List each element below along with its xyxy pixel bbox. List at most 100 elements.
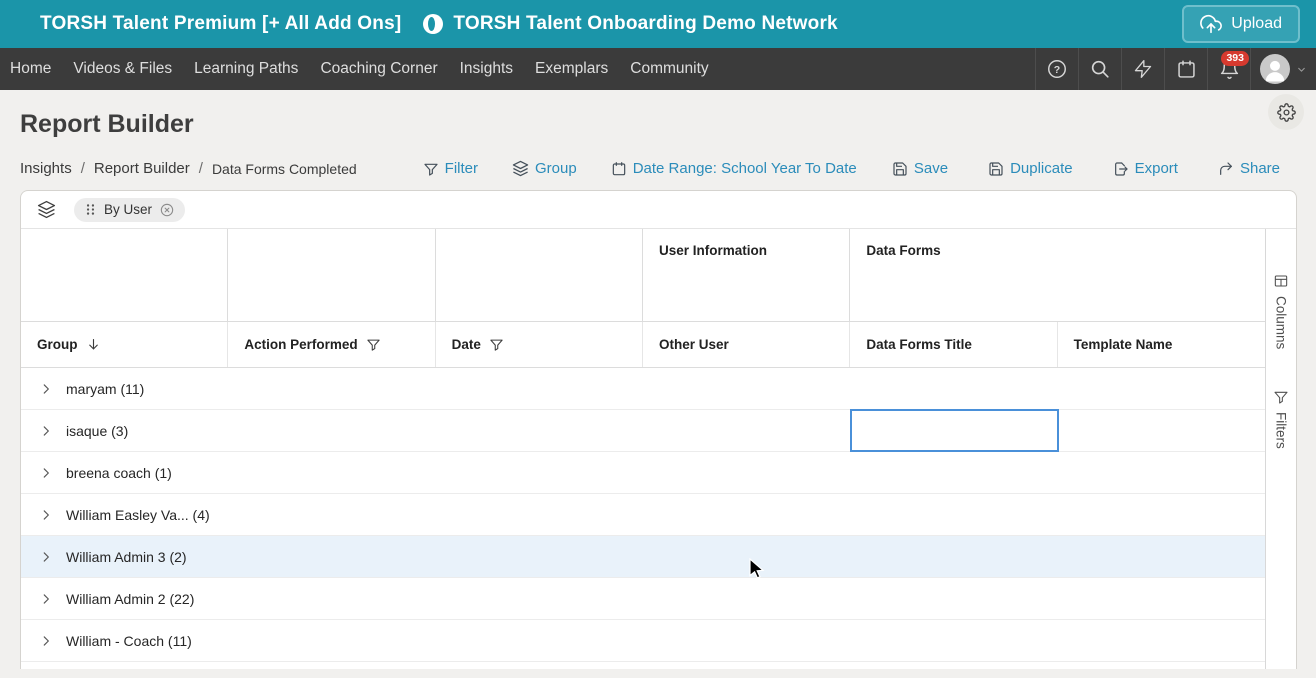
page-settings-gear-icon[interactable]	[1268, 94, 1304, 130]
breadcrumb-report-builder[interactable]: Report Builder	[94, 160, 190, 177]
row-label: William - Coach (11)	[66, 633, 192, 649]
table-row-william-easley[interactable]: William Easley Va... (4)	[21, 494, 1265, 536]
duplicate-disk-icon	[988, 161, 1004, 177]
table-row-william-coach[interactable]: William - Coach (11)	[21, 620, 1265, 662]
table-row-maryam[interactable]: maryam (11)	[21, 368, 1265, 410]
chevron-right-icon[interactable]	[39, 466, 53, 480]
filter-funnel-icon[interactable]	[489, 337, 504, 352]
tab-filters-label: Filters	[1274, 412, 1289, 449]
search-icon[interactable]	[1078, 48, 1121, 90]
nav-item-insights[interactable]: Insights	[460, 60, 513, 78]
chevron-right-icon[interactable]	[39, 634, 53, 648]
group-header-empty	[436, 229, 643, 321]
save-button[interactable]: Save	[892, 160, 948, 177]
column-label: Template Name	[1074, 337, 1173, 352]
chevron-right-icon[interactable]	[39, 424, 53, 438]
notifications-bell-icon[interactable]: 393	[1207, 48, 1250, 90]
breadcrumb-separator: /	[81, 160, 85, 177]
share-arrow-icon	[1218, 161, 1234, 177]
tab-filters[interactable]: Filters	[1273, 389, 1289, 449]
report-tools-left: Filter Group Date Range: School Year To …	[423, 160, 857, 177]
table-rows: maryam (11) isaque (3) breena coach (1)	[21, 368, 1265, 669]
export-label: Export	[1135, 160, 1178, 177]
column-label: Data Forms Title	[866, 337, 972, 352]
column-header-action-performed[interactable]: Action Performed	[228, 322, 435, 367]
filter-funnel-icon[interactable]	[366, 337, 381, 352]
report-table: User Information Data Forms Group Action…	[21, 229, 1266, 669]
chevron-right-icon[interactable]	[39, 550, 53, 564]
filter-funnel-icon	[1273, 389, 1289, 405]
column-header-data-forms-title[interactable]: Data Forms Title	[850, 322, 1057, 367]
save-disk-icon	[892, 161, 908, 177]
chevron-right-icon[interactable]	[39, 508, 53, 522]
svg-text:?: ?	[1054, 64, 1060, 76]
export-file-icon	[1113, 161, 1129, 177]
group-header-user-information: User Information	[643, 229, 850, 321]
column-label: Action Performed	[244, 337, 357, 352]
nav-item-learning-paths[interactable]: Learning Paths	[194, 60, 298, 78]
nav-item-coaching-corner[interactable]: Coaching Corner	[320, 60, 437, 78]
columns-icon	[1273, 273, 1289, 289]
column-header-date[interactable]: Date	[436, 322, 643, 367]
nav-icon-group: ? 393	[1035, 48, 1316, 90]
report-table-panel: By User User Information Data Forms	[20, 190, 1297, 669]
chip-close-icon[interactable]	[159, 202, 175, 218]
breadcrumb-insights[interactable]: Insights	[20, 160, 72, 177]
avatar	[1260, 54, 1290, 84]
calendar-icon[interactable]	[1164, 48, 1207, 90]
column-header-group[interactable]: Group	[21, 322, 228, 367]
user-menu[interactable]	[1250, 48, 1316, 90]
save-label: Save	[914, 160, 948, 177]
tab-columns[interactable]: Columns	[1273, 273, 1289, 349]
nav-menu: Home Videos & Files Learning Paths Coach…	[0, 48, 709, 90]
duplicate-label: Duplicate	[1010, 160, 1073, 177]
upload-label: Upload	[1231, 15, 1282, 33]
nav-item-videos-files[interactable]: Videos & Files	[73, 60, 172, 78]
column-header-template-name[interactable]: Template Name	[1058, 322, 1265, 367]
column-label: Group	[37, 337, 78, 352]
table-row-isaque[interactable]: isaque (3)	[21, 410, 1265, 452]
help-icon[interactable]: ?	[1035, 48, 1078, 90]
group-button[interactable]: Group	[512, 160, 577, 177]
caret-down-icon	[1296, 64, 1307, 75]
column-group-header-row: User Information Data Forms	[21, 229, 1265, 322]
column-header-other-user[interactable]: Other User	[643, 322, 850, 367]
chevron-right-icon[interactable]	[39, 382, 53, 396]
grouping-bar: By User	[21, 191, 1296, 229]
funnel-icon	[423, 161, 439, 177]
chevron-right-icon[interactable]	[39, 592, 53, 606]
layers-icon[interactable]	[37, 200, 56, 219]
duplicate-button[interactable]: Duplicate	[988, 160, 1073, 177]
page-title: Report Builder	[20, 108, 1296, 140]
share-button[interactable]: Share	[1218, 160, 1280, 177]
group-by-user-chip[interactable]: By User	[74, 198, 185, 222]
nav-item-community[interactable]: Community	[630, 60, 708, 78]
column-header-row: Group Action Performed Date Other U	[21, 322, 1265, 368]
row-label: William Admin 2 (22)	[66, 591, 194, 607]
selected-cell[interactable]	[850, 409, 1058, 452]
table-row-breena-coach[interactable]: breena coach (1)	[21, 452, 1265, 494]
table-row-william-admin-2[interactable]: William Admin 2 (22)	[21, 578, 1265, 620]
date-range-button[interactable]: Date Range: School Year To Date	[611, 160, 857, 177]
date-range-label: Date Range: School Year To Date	[633, 160, 857, 177]
filter-button[interactable]: Filter	[423, 160, 478, 177]
nav-item-exemplars[interactable]: Exemplars	[535, 60, 608, 78]
row-label: maryam (11)	[66, 381, 144, 397]
row-label: William Admin 3 (2)	[66, 549, 187, 565]
nav-item-home[interactable]: Home	[10, 60, 51, 78]
export-button[interactable]: Export	[1113, 160, 1178, 177]
sort-down-icon[interactable]	[86, 337, 101, 352]
chip-label: By User	[104, 202, 152, 217]
layers-icon	[512, 160, 529, 177]
quick-actions-lightning-icon[interactable]	[1121, 48, 1164, 90]
upload-button[interactable]: Upload	[1182, 5, 1300, 43]
report-tools-right: Save Duplicate Export Share	[892, 160, 1296, 177]
filter-label: Filter	[445, 160, 478, 177]
calendar-icon	[611, 161, 627, 177]
panel-body: User Information Data Forms Group Action…	[21, 229, 1296, 669]
app-screen: TORSH Talent Premium [+ All Add Ons] TOR…	[0, 0, 1316, 678]
table-row-william-admin-3[interactable]: William Admin 3 (2)	[21, 536, 1265, 578]
breadcrumb-separator: /	[199, 160, 203, 177]
torsh-logo-icon	[423, 14, 443, 34]
network-name-label: TORSH Talent Onboarding Demo Network	[453, 13, 837, 35]
